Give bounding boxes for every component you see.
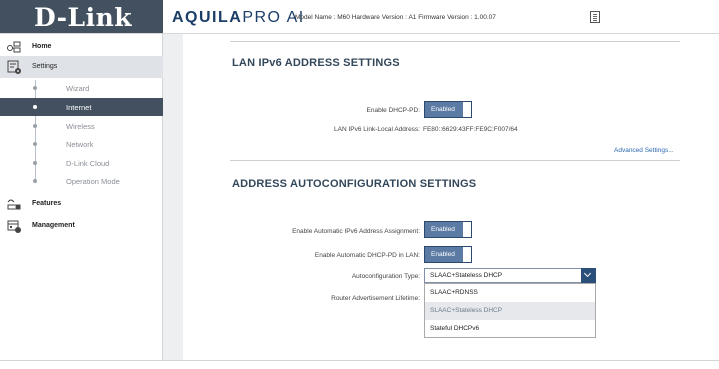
sidebar-subitem-label: Internet (66, 103, 92, 112)
sidebar-item-label: Management (32, 222, 75, 229)
select-value: SLAAC+Stateless DHCP (430, 272, 503, 279)
model-info: Model Name : M60 Hardware Version : A1 F… (295, 14, 496, 21)
sidebar-item-home[interactable]: Home (0, 36, 163, 58)
top-header: D-Link AQUILAPRO AI Model Name : M60 Har… (0, 0, 719, 33)
document-icon[interactable] (590, 11, 600, 23)
sidebar-subitem-label: Operation Mode (66, 177, 120, 186)
section-divider (230, 160, 680, 161)
link-local-value: FE80::6629:43FF:FE9C:F007/64 (423, 126, 518, 133)
dropdown-option[interactable]: SLAAC+RDNSS (425, 284, 595, 302)
sidebar-subitem-wireless[interactable]: Wireless (0, 117, 163, 135)
logo-area: D-Link (0, 0, 163, 33)
chevron-down-icon[interactable] (581, 268, 596, 283)
home-network-icon (7, 41, 21, 53)
sidebar-item-label: Home (32, 43, 52, 50)
toggle-state: Enabled (425, 222, 463, 237)
auto-assign-label: Enable Automatic IPv6 Address Assignment… (292, 228, 420, 235)
dropdown-option[interactable]: Stateful DHCPv6 (425, 320, 595, 338)
content-top-divider (230, 41, 680, 42)
dhcp-pd-toggle[interactable]: Enabled (424, 101, 472, 118)
sidebar-subitem-internet[interactable]: Internet (0, 98, 163, 116)
sidebar-item-management[interactable]: Management (0, 215, 163, 237)
bottom-border (0, 360, 719, 369)
autoconfig-section-title: ADDRESS AUTOCONFIGURATION SETTINGS (232, 178, 477, 190)
sidebar-subitem-wizard[interactable]: Wizard (0, 79, 163, 97)
sidebar-item-settings[interactable]: Settings (0, 56, 163, 78)
sidebar-item-label: Features (32, 200, 62, 207)
link-local-label: LAN IPv6 Link-Local Address: (334, 126, 420, 133)
sidebar-gutter (163, 34, 183, 360)
sidebar-subitem-label: D-Link Cloud (66, 159, 110, 168)
sidebar-subitem-label: Wireless (66, 122, 95, 131)
dropdown-option[interactable]: SLAAC+Stateless DHCP (425, 302, 595, 320)
sidebar-subitem-label: Wizard (66, 84, 90, 93)
brand-bold: AQUILA (172, 9, 243, 26)
sidebar-subitem-dlink-cloud[interactable]: D-Link Cloud (0, 154, 163, 172)
sidebar-subitem-label: Network (66, 140, 94, 149)
toggle-state: Enabled (425, 247, 463, 262)
autoconfig-type-select[interactable]: SLAAC+Stateless DHCP (424, 268, 596, 283)
auto-dhcp-pd-label: Enable Automatic DHCP-PD in LAN: (314, 252, 420, 259)
auto-dhcp-pd-toggle[interactable]: Enabled (424, 246, 472, 263)
ra-lifetime-label: Router Advertisement Lifetime: (331, 295, 420, 302)
brand-name: AQUILAPRO AI (172, 9, 305, 27)
lan-ipv6-section-title: LAN IPv6 ADDRESS SETTINGS (232, 57, 400, 69)
auto-assign-toggle[interactable]: Enabled (424, 221, 472, 238)
toggle-state: Enabled (425, 102, 463, 117)
sidebar-item-label: Settings (32, 63, 58, 70)
sidebar-subitem-operation-mode[interactable]: Operation Mode (0, 172, 163, 190)
management-icon (7, 220, 21, 233)
sidebar-subitem-network[interactable]: Network (0, 135, 163, 153)
sidebar-item-features[interactable]: Features (0, 193, 163, 215)
advanced-settings-link[interactable]: Advanced Settings... (614, 147, 674, 154)
autoconfig-type-label: Autoconfiguration Type: (351, 273, 420, 280)
dlink-logo[interactable]: D-Link (34, 3, 132, 32)
settings-gear-icon (7, 60, 21, 74)
dhcp-pd-label: Enable DHCP-PD: (366, 107, 420, 114)
autoconfig-type-dropdown: SLAAC+RDNSS SLAAC+Stateless DHCP Statefu… (424, 283, 596, 338)
features-icon (7, 199, 21, 210)
